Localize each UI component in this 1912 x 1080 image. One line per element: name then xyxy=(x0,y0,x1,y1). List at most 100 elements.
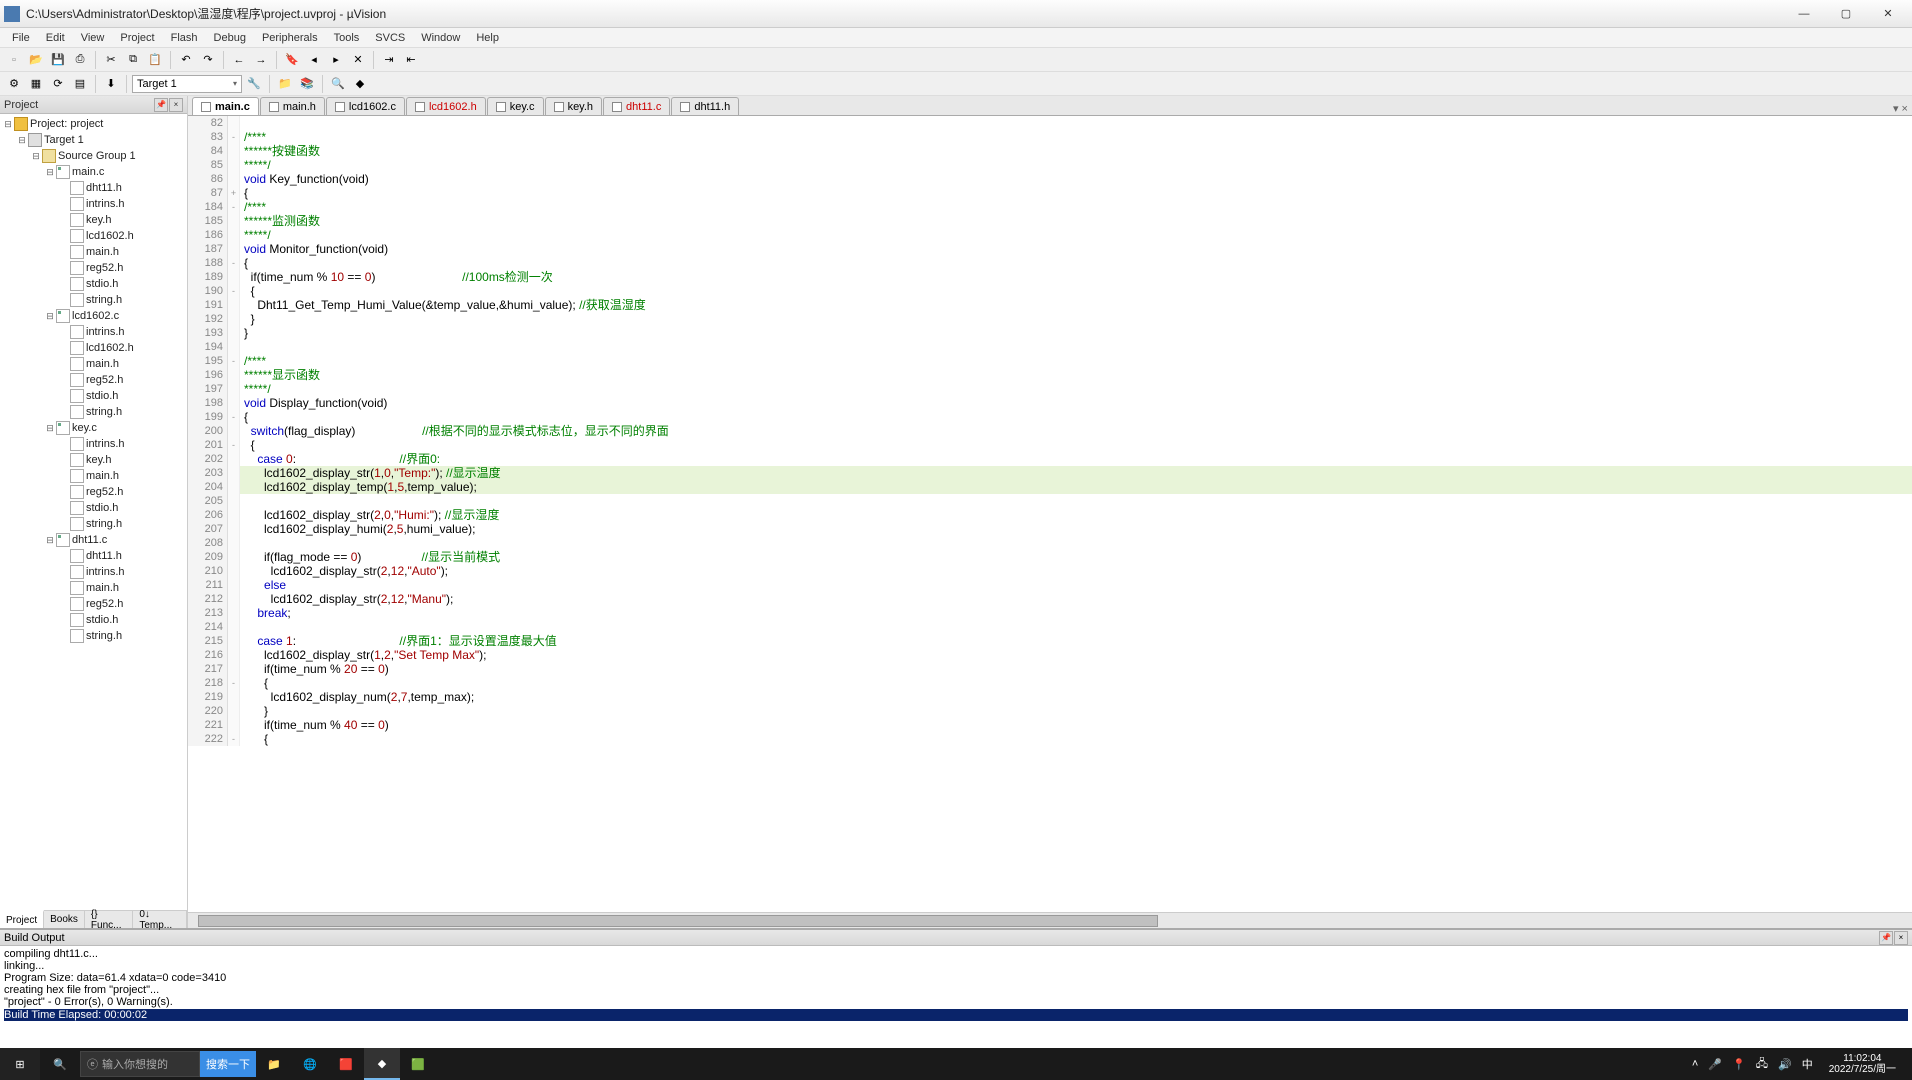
taskbar-search-button[interactable]: 搜索一下 xyxy=(200,1051,256,1077)
editor-tab-dht11-h[interactable]: dht11.h xyxy=(671,97,739,115)
code-line-187[interactable]: 187void Monitor_function(void) xyxy=(188,242,1912,256)
editor-tab-main-h[interactable]: main.h xyxy=(260,97,325,115)
tab-templates[interactable]: 0↓ Temp... xyxy=(133,911,187,928)
tree-header-stdio-h[interactable]: stdio.h xyxy=(0,276,187,292)
menu-window[interactable]: Window xyxy=(413,30,468,46)
code-line-83[interactable]: 83-/**** xyxy=(188,130,1912,144)
taskbar-app2[interactable]: 🟩 xyxy=(400,1048,436,1080)
bookmark-clear-button[interactable]: ✕ xyxy=(348,50,368,70)
taskbar-uvision[interactable]: ◆ xyxy=(364,1048,400,1080)
build-pin-button[interactable]: 📌 xyxy=(1879,931,1893,945)
paste-button[interactable]: 📋 xyxy=(145,50,165,70)
panel-pin-button[interactable]: 📌 xyxy=(154,98,168,112)
tree-header-string-h[interactable]: string.h xyxy=(0,292,187,308)
tree-header-main-h[interactable]: main.h xyxy=(0,580,187,596)
code-line-211[interactable]: 211 else xyxy=(188,578,1912,592)
code-line-217[interactable]: 217 if(time_num % 20 == 0) xyxy=(188,662,1912,676)
tree-file-main-c[interactable]: ⊟main.c xyxy=(0,164,187,180)
tree-file-dht11-c[interactable]: ⊟dht11.c xyxy=(0,532,187,548)
tree-header-stdio-h[interactable]: stdio.h xyxy=(0,388,187,404)
code-line-85[interactable]: 85*****/ xyxy=(188,158,1912,172)
download-button[interactable]: ⬇ xyxy=(101,74,121,94)
tab-functions[interactable]: {} Func... xyxy=(85,911,133,928)
code-view[interactable]: 8283-/****84******按键函数85*****/86void Key… xyxy=(188,116,1912,912)
code-line-216[interactable]: 216 lcd1602_display_str(1,2,"Set Temp Ma… xyxy=(188,648,1912,662)
tree-source-group[interactable]: ⊟Source Group 1 xyxy=(0,148,187,164)
menu-view[interactable]: View xyxy=(73,30,113,46)
cut-button[interactable]: ✂ xyxy=(101,50,121,70)
tree-header-intrins-h[interactable]: intrins.h xyxy=(0,436,187,452)
code-line-202[interactable]: 202 case 0: //界面0: xyxy=(188,452,1912,466)
code-line-200[interactable]: 200 switch(flag_display) //根据不同的显示模式标志位，… xyxy=(188,424,1912,438)
tray-location-icon[interactable]: 📍 xyxy=(1732,1058,1746,1071)
options-button[interactable]: 🔧 xyxy=(244,74,264,94)
tree-header-reg52-h[interactable]: reg52.h xyxy=(0,484,187,500)
nav-fwd-button[interactable]: → xyxy=(251,50,271,70)
tab-books[interactable]: Books xyxy=(44,911,85,928)
tree-header-reg52-h[interactable]: reg52.h xyxy=(0,260,187,276)
code-line-221[interactable]: 221 if(time_num % 40 == 0) xyxy=(188,718,1912,732)
build-close-button[interactable]: × xyxy=(1894,931,1908,945)
taskbar-browser[interactable]: 🌐 xyxy=(292,1048,328,1080)
menu-file[interactable]: File xyxy=(4,30,38,46)
minimize-button[interactable]: ― xyxy=(1784,4,1824,24)
menu-edit[interactable]: Edit xyxy=(38,30,73,46)
build-button[interactable]: ▦ xyxy=(26,74,46,94)
editor-tab-key-h[interactable]: key.h xyxy=(545,97,602,115)
tree-header-dht11-h[interactable]: dht11.h xyxy=(0,548,187,564)
code-line-190[interactable]: 190- { xyxy=(188,284,1912,298)
code-line-191[interactable]: 191 Dht11_Get_Temp_Humi_Value(&temp_valu… xyxy=(188,298,1912,312)
code-line-214[interactable]: 214 xyxy=(188,620,1912,634)
tree-header-main-h[interactable]: main.h xyxy=(0,468,187,484)
code-line-215[interactable]: 215 case 1: //界面1：显示设置温度最大值 xyxy=(188,634,1912,648)
editor-tab-main-c[interactable]: main.c xyxy=(192,97,259,115)
copy-button[interactable]: ⧉ xyxy=(123,50,143,70)
menu-debug[interactable]: Debug xyxy=(206,30,254,46)
code-line-222[interactable]: 222- { xyxy=(188,732,1912,746)
menu-flash[interactable]: Flash xyxy=(163,30,206,46)
code-line-86[interactable]: 86void Key_function(void) xyxy=(188,172,1912,186)
bookmark-button[interactable]: 🔖 xyxy=(282,50,302,70)
menu-tools[interactable]: Tools xyxy=(326,30,368,46)
code-line-84[interactable]: 84******按键函数 xyxy=(188,144,1912,158)
code-line-184[interactable]: 184-/**** xyxy=(188,200,1912,214)
code-line-207[interactable]: 207 lcd1602_display_humi(2,5,humi_value)… xyxy=(188,522,1912,536)
tree-header-main-h[interactable]: main.h xyxy=(0,244,187,260)
tree-header-string-h[interactable]: string.h xyxy=(0,404,187,420)
tray-mic-icon[interactable]: 🎤 xyxy=(1708,1058,1722,1071)
tree-header-key-h[interactable]: key.h xyxy=(0,212,187,228)
code-line-206[interactable]: 206 lcd1602_display_str(2,0,"Humi:"); //… xyxy=(188,508,1912,522)
editor-tab-lcd1602-c[interactable]: lcd1602.c xyxy=(326,97,405,115)
tree-header-string-h[interactable]: string.h xyxy=(0,628,187,644)
code-line-204[interactable]: 204 lcd1602_display_temp(1,5,temp_value)… xyxy=(188,480,1912,494)
code-line-194[interactable]: 194 xyxy=(188,340,1912,354)
taskbar-clock[interactable]: 11:02:04 2022/7/25/周一 xyxy=(1823,1053,1902,1075)
open-button[interactable]: 📂 xyxy=(26,50,46,70)
save-button[interactable]: 💾 xyxy=(48,50,68,70)
code-line-213[interactable]: 213 break; xyxy=(188,606,1912,620)
tree-header-string-h[interactable]: string.h xyxy=(0,516,187,532)
bookmark-next-button[interactable]: ▸ xyxy=(326,50,346,70)
tree-header-dht11-h[interactable]: dht11.h xyxy=(0,180,187,196)
code-line-208[interactable]: 208 xyxy=(188,536,1912,550)
bookmark-prev-button[interactable]: ◂ xyxy=(304,50,324,70)
code-line-186[interactable]: 186*****/ xyxy=(188,228,1912,242)
code-line-188[interactable]: 188-{ xyxy=(188,256,1912,270)
tray-network-icon[interactable]: 🖧 xyxy=(1756,1055,1768,1074)
tree-header-lcd1602-h[interactable]: lcd1602.h xyxy=(0,340,187,356)
tree-header-reg52-h[interactable]: reg52.h xyxy=(0,372,187,388)
editor-tab-dht11-c[interactable]: dht11.c xyxy=(603,97,670,115)
nav-back-button[interactable]: ← xyxy=(229,50,249,70)
code-line-201[interactable]: 201- { xyxy=(188,438,1912,452)
editor-tab-lcd1602-h[interactable]: lcd1602.h xyxy=(406,97,486,115)
menu-project[interactable]: Project xyxy=(112,30,162,46)
new-button[interactable]: ▫ xyxy=(4,50,24,70)
menu-peripherals[interactable]: Peripherals xyxy=(254,30,326,46)
code-line-189[interactable]: 189 if(time_num % 10 == 0) //100ms检测一次 xyxy=(188,270,1912,284)
close-button[interactable]: ✕ xyxy=(1868,4,1908,24)
tray-ime[interactable]: 中 xyxy=(1802,1056,1813,1072)
scrollbar-thumb[interactable] xyxy=(198,915,1158,927)
code-line-193[interactable]: 193} xyxy=(188,326,1912,340)
editor-hscrollbar[interactable] xyxy=(188,912,1912,928)
manage-button[interactable]: 📁 xyxy=(275,74,295,94)
